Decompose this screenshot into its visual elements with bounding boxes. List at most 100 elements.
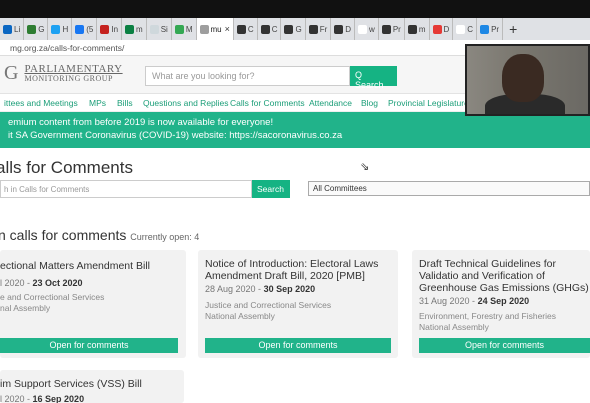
browser-tab[interactable]: m xyxy=(405,18,430,40)
section-heading: n calls for comments Currently open: 4 xyxy=(0,227,200,243)
site-logo[interactable]: G PARLIAMENTARY MONITORING GROUP xyxy=(4,62,123,85)
call-card[interactable]: im Support Services (VSS) Bill l 2020 - … xyxy=(0,370,184,403)
tab-favicon-icon xyxy=(100,24,110,34)
logo-line1: PARLIAMENTARY xyxy=(24,62,123,75)
tab-label: C xyxy=(467,24,474,34)
tab-label: M xyxy=(185,24,193,34)
tab-label: G xyxy=(38,24,45,34)
browser-tab[interactable]: Fr xyxy=(306,18,332,40)
open-for-comments-button[interactable]: Open for comments xyxy=(205,338,391,353)
tab-label: mu xyxy=(210,24,222,34)
site-search-button[interactable]: Q Search xyxy=(350,66,397,90)
tab-label: Pr xyxy=(392,24,401,34)
call-card[interactable]: Notice of Introduction: Electoral Laws A… xyxy=(198,250,398,358)
call-title[interactable]: Draft Technical Guidelines for Validatio… xyxy=(419,258,590,294)
tab-label: w xyxy=(369,24,375,34)
nav-attendance[interactable]: Attendance xyxy=(309,98,352,108)
tab-favicon-icon xyxy=(3,24,12,34)
tab-label: In xyxy=(111,24,119,34)
nav-bills[interactable]: Bills xyxy=(117,98,133,108)
browser-tab[interactable]: C xyxy=(234,18,258,40)
call-card[interactable]: Draft Technical Guidelines for Validatio… xyxy=(412,250,590,358)
browser-tab[interactable]: In xyxy=(97,18,123,40)
site-search-input[interactable]: What are you looking for? xyxy=(145,66,350,86)
tab-favicon-icon xyxy=(260,24,270,34)
tab-favicon-icon xyxy=(236,24,246,34)
tab-favicon-icon xyxy=(149,24,159,34)
tab-favicon-icon xyxy=(308,24,318,34)
screen-top-bar xyxy=(0,0,590,18)
browser-tab[interactable]: m xyxy=(122,18,147,40)
tab-label: Si xyxy=(160,24,168,34)
tab-favicon-icon xyxy=(174,24,184,34)
call-card[interactable]: ectional Matters Amendment Bill l 2020 -… xyxy=(0,250,186,358)
tab-favicon-icon xyxy=(456,24,466,34)
nav-calls-for-comments[interactable]: Calls for Comments xyxy=(230,98,305,108)
mouse-cursor-icon: ⇘ xyxy=(360,161,370,173)
tab-favicon-icon xyxy=(27,24,37,34)
browser-tab[interactable]: D xyxy=(331,18,356,40)
call-house: National Assembly xyxy=(419,322,489,332)
tab-favicon-icon xyxy=(432,24,442,34)
tab-label: (5 xyxy=(86,24,94,34)
browser-tab[interactable]: G xyxy=(281,18,306,40)
nav-committees[interactable]: ittees and Meetings xyxy=(4,98,78,108)
browser-tab[interactable]: C xyxy=(258,18,282,40)
browser-tab[interactable]: C xyxy=(453,18,478,40)
tab-favicon-icon xyxy=(358,24,368,34)
logo-line2: MONITORING GROUP xyxy=(24,73,113,83)
tab-favicon-icon xyxy=(125,24,135,34)
call-dates: 31 Aug 2020 - 24 Sep 2020 xyxy=(419,296,530,306)
banner-line1: emium content from before 2019 is now av… xyxy=(8,117,274,128)
browser-tab[interactable]: D xyxy=(430,18,454,40)
open-for-comments-button[interactable]: Open for comments xyxy=(419,338,590,353)
browser-tab-bar: Li G H (5 In m Si Mmu × C C G Fr Dw Pr m D C Pr + xyxy=(0,18,590,40)
tab-favicon-icon xyxy=(334,24,344,34)
call-house: National Assembly xyxy=(205,311,275,321)
browser-tab[interactable]: mu × xyxy=(196,18,234,40)
browser-tab[interactable]: G xyxy=(24,18,49,40)
browser-tab[interactable]: Li xyxy=(0,18,25,40)
banner-line2[interactable]: it SA Government Coronavirus (COVID-19) … xyxy=(8,129,582,142)
call-title[interactable]: im Support Services (VSS) Bill xyxy=(0,378,184,390)
tab-favicon-icon xyxy=(480,24,490,34)
call-title[interactable]: ectional Matters Amendment Bill xyxy=(0,260,184,272)
nav-questions[interactable]: Questions and Replies xyxy=(143,98,229,108)
call-committee: Justice and Correctional Services xyxy=(205,300,332,310)
nav-mps[interactable]: MPs xyxy=(89,98,106,108)
browser-tab[interactable]: w xyxy=(355,18,379,40)
browser-tab[interactable]: H xyxy=(48,18,73,40)
open-for-comments-button[interactable]: Open for comments xyxy=(0,338,178,353)
browser-tab[interactable]: (5 xyxy=(72,18,98,40)
browser-tab[interactable]: Pr xyxy=(379,18,405,40)
tab-label: m xyxy=(418,24,426,34)
tab-label: C xyxy=(247,24,254,34)
browser-tab[interactable]: Pr xyxy=(477,18,504,40)
browser-tab[interactable]: Si xyxy=(147,18,172,40)
new-tab-button[interactable]: + xyxy=(509,21,517,37)
call-committee: Environment, Forestry and Fisheries xyxy=(419,311,556,321)
tab-label: D xyxy=(443,24,450,34)
calls-search-input[interactable]: h in Calls for Comments xyxy=(0,180,252,198)
tab-label: D xyxy=(345,24,352,34)
tab-close-icon[interactable]: × xyxy=(225,24,230,34)
tab-label: H xyxy=(62,24,69,34)
open-count: Currently open: 4 xyxy=(130,232,200,242)
tab-label: C xyxy=(271,24,278,34)
nav-blog[interactable]: Blog xyxy=(361,98,378,108)
webcam-person-head xyxy=(502,54,544,102)
call-title[interactable]: Notice of Introduction: Electoral Laws A… xyxy=(205,258,395,282)
nav-provincial[interactable]: Provincial Legislatures xyxy=(388,98,473,108)
call-dates: 28 Aug 2020 - 30 Sep 2020 xyxy=(205,284,316,294)
browser-tab[interactable]: M xyxy=(172,18,197,40)
tab-favicon-icon xyxy=(75,24,85,34)
webcam-overlay xyxy=(465,44,590,116)
tab-favicon-icon xyxy=(381,24,391,34)
tab-favicon-icon xyxy=(284,24,294,34)
calls-search-button[interactable]: Search xyxy=(252,180,290,198)
logo-letter: G xyxy=(4,62,19,84)
committee-select[interactable]: All Committees xyxy=(308,181,590,196)
call-committee: e and Correctional Services xyxy=(0,292,105,302)
tab-label: G xyxy=(295,24,302,34)
tab-label: Li xyxy=(14,24,21,34)
